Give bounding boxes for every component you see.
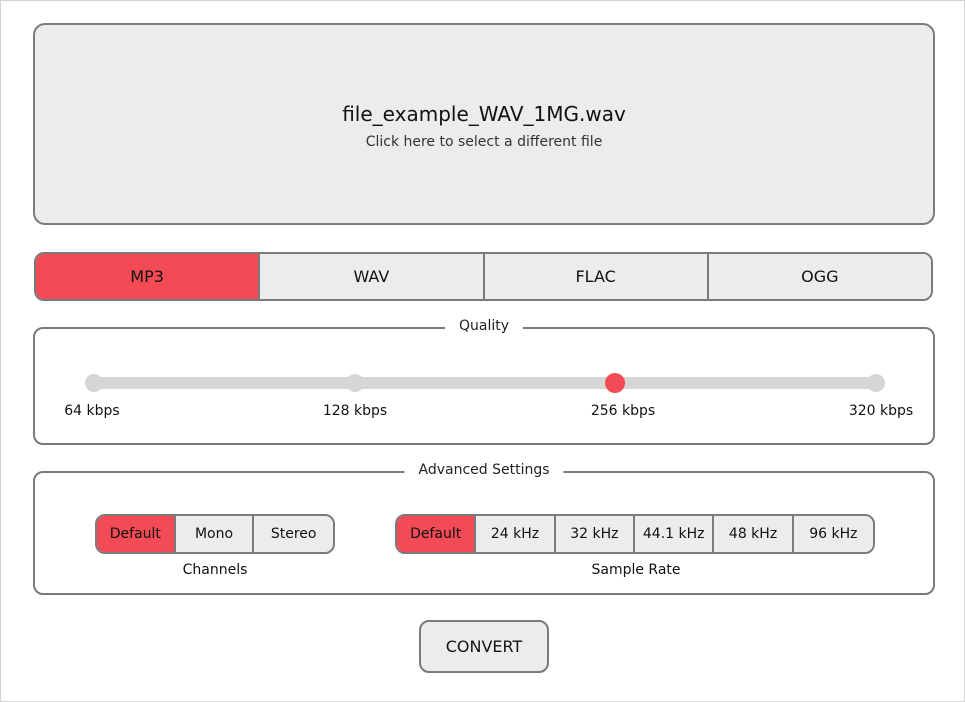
quality-stop-64[interactable]: [85, 374, 103, 392]
channels-default-button[interactable]: Default: [97, 516, 176, 552]
channels-mono-button[interactable]: Mono: [175, 516, 255, 552]
quality-slider-track[interactable]: [92, 377, 876, 389]
format-mp3-button[interactable]: MP3: [36, 254, 261, 299]
advanced-settings-legend: Advanced Settings: [404, 462, 564, 478]
quality-label-256: 256 kbps: [590, 403, 656, 419]
advanced-settings-group: Advanced Settings Default Mono Stereo Ch…: [33, 462, 935, 595]
app-frame: file_example_WAV_1MG.wav Click here to s…: [0, 0, 965, 702]
sample-rate-96-button[interactable]: 96 kHz: [793, 516, 873, 552]
quality-stop-320[interactable]: [867, 374, 885, 392]
quality-group: Quality 64 kbps 128 kbps 256 kbps 320 kb…: [33, 318, 935, 445]
sample-rate-caption: Sample Rate: [591, 562, 681, 578]
quality-label-64: 64 kbps: [64, 403, 120, 419]
format-selector: MP3 WAV FLAC OGG: [34, 252, 933, 301]
sample-rate-44-1-button[interactable]: 44.1 kHz: [635, 516, 715, 552]
format-wav-button[interactable]: WAV: [260, 254, 485, 299]
file-select-hint: Click here to select a different file: [365, 134, 603, 150]
convert-button[interactable]: CONVERT: [419, 620, 549, 673]
sample-rate-default-button[interactable]: Default: [397, 516, 477, 552]
channels-selector: Default Mono Stereo: [95, 514, 335, 554]
format-flac-button[interactable]: FLAC: [484, 254, 709, 299]
channels-caption: Channels: [182, 562, 248, 578]
quality-legend: Quality: [444, 318, 524, 334]
channels-stereo-button[interactable]: Stereo: [254, 516, 333, 552]
format-ogg-button[interactable]: OGG: [708, 254, 931, 299]
quality-slider-handle[interactable]: [605, 373, 625, 393]
sample-rate-32-button[interactable]: 32 kHz: [555, 516, 636, 552]
file-name: file_example_WAV_1MG.wav: [342, 102, 626, 126]
quality-label-128: 128 kbps: [322, 403, 388, 419]
quality-stop-128[interactable]: [346, 374, 364, 392]
quality-label-320: 320 kbps: [848, 403, 914, 419]
sample-rate-24-button[interactable]: 24 kHz: [476, 516, 556, 552]
sample-rate-48-button[interactable]: 48 kHz: [714, 516, 794, 552]
file-select-area[interactable]: file_example_WAV_1MG.wav Click here to s…: [33, 23, 935, 225]
sample-rate-selector: Default 24 kHz 32 kHz 44.1 kHz 48 kHz 96…: [395, 514, 875, 554]
